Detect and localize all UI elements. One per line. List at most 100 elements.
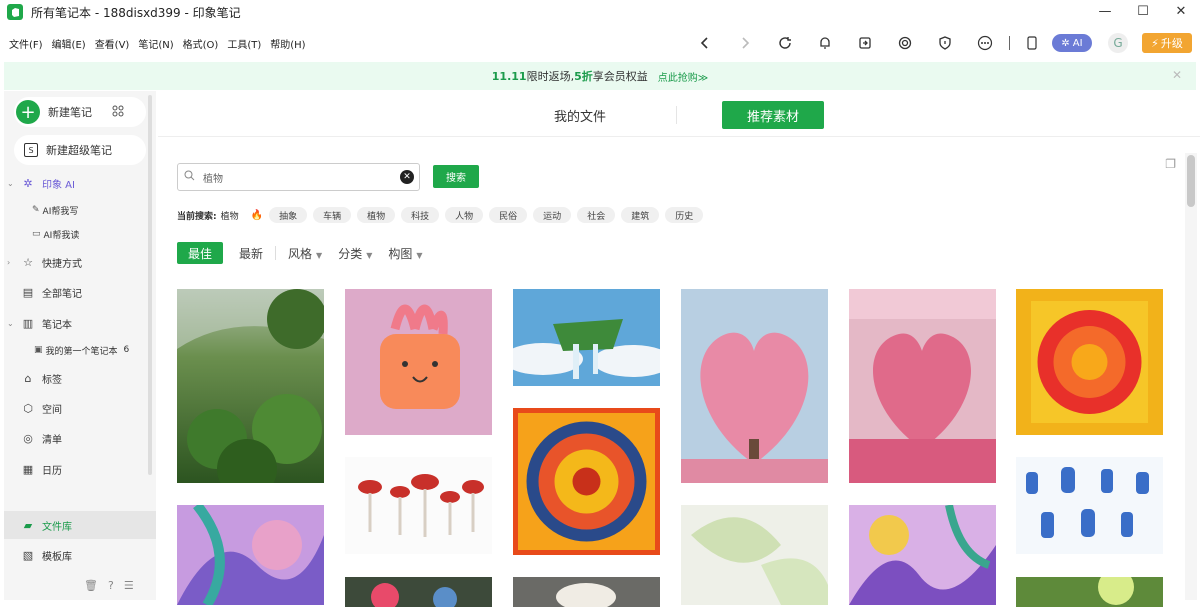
sidebar-item-tags[interactable]: ⌂ 标签 [4,366,156,390]
more-icon[interactable] [975,33,995,53]
calendar-label: 日历 [42,465,62,477]
menu-note[interactable]: 笔记(N) [138,36,173,51]
main-scrollbar[interactable] [1185,153,1197,600]
promo-link[interactable]: 点此抢购≫ [658,69,708,84]
new-super-note-button[interactable]: S 新建超级笔记 [14,135,146,165]
caret-down-icon: ▼ [316,250,323,260]
image-mushrooms[interactable] [345,457,492,554]
chip-abstract[interactable]: 抽象 [269,207,308,223]
ai-read-label: AI帮我读 [43,230,80,241]
ai-write-label: AI帮我写 [42,206,79,217]
title-bar: 所有笔记本 - 188disxd399 - 印象笔记 — ☐ ✕ [0,0,1200,24]
promo-close-icon[interactable]: ✕ [1172,68,1182,82]
image-leaves[interactable] [681,505,828,605]
current-search: 当前搜索: 植物 🔥 抽象 车辆 植物 科技 人物 民俗 运动 社会 建筑 历史 [177,207,704,223]
chip-tech[interactable]: 科技 [401,207,440,223]
new-super-label: 新建超级笔记 [46,144,112,157]
tab-my-files[interactable]: 我的文件 [554,106,606,125]
tab-bar: 我的文件 推荐素材 [158,91,1200,137]
sidebar-item-notebooks[interactable]: ⌄ ▥ 笔记本 [4,311,156,335]
chip-society[interactable]: 社会 [577,207,616,223]
chip-sports[interactable]: 运动 [533,207,572,223]
filter-best[interactable]: 最佳 [177,242,223,264]
promo-benefit: 享会员权益 [592,70,648,83]
search-button[interactable]: 搜索 [433,165,479,188]
evernote-logo-icon [7,4,23,20]
chip-history[interactable]: 历史 [665,207,704,223]
bell-icon[interactable] [815,33,835,53]
sidebar-scrollbar[interactable] [148,95,152,475]
notebook-small-icon: ▣ [34,345,43,355]
menu-help[interactable]: 帮助(H) [270,36,305,51]
filter-style-label: 风格 [288,246,313,261]
sidebar-item-spaces[interactable]: ⬡ 空间 [4,396,156,420]
chip-folk[interactable]: 民俗 [489,207,528,223]
sidebar-item-calendar[interactable]: ▦ 日历 [4,457,156,481]
ai-button[interactable]: ✲ AI [1052,34,1092,52]
minimize-button[interactable]: — [1086,0,1124,22]
sidebar-item-templates[interactable]: ▧ 模板库 [4,543,156,567]
menu-format[interactable]: 格式(O) [183,36,219,51]
record-icon[interactable] [895,33,915,53]
filter-composition[interactable]: 构图 ▼ [388,245,422,262]
shield-icon[interactable] [935,33,955,53]
super-note-icon: S [24,143,38,157]
sidebar-item-ai-write[interactable]: ✎ AI帮我写 [32,200,78,220]
image-mandala[interactable] [513,408,660,555]
menu-edit[interactable]: 编辑(E) [52,36,86,51]
image-floating-island[interactable] [513,289,660,386]
sidebar-item-ai[interactable]: ⌄ ✲ 印象 AI [4,171,156,195]
promo-banner: 11.11 限时返场, 5折 享会员权益 点此抢购≫ ✕ [4,62,1196,90]
menu-view[interactable]: 查看(V) [95,36,130,51]
grid-icon[interactable] [112,105,124,120]
image-blue-cactus[interactable] [1016,457,1163,554]
new-note-button[interactable]: + 新建笔记 [14,97,146,127]
notebooks-label: 笔记本 [42,319,72,331]
image-heart-tree[interactable] [681,289,828,483]
menu-file[interactable]: 文件(F) [9,36,43,51]
templates-label: 模板库 [42,551,72,563]
menu-tools[interactable]: 工具(T) [227,36,261,51]
avatar[interactable]: G [1108,33,1128,53]
settings-list-icon[interactable]: ☰ [124,579,134,592]
image-cute-pot[interactable] [345,289,492,435]
chip-people[interactable]: 人物 [445,207,484,223]
image-paper-flower[interactable] [1016,289,1163,435]
filter-newest[interactable]: 最新 [239,245,263,262]
sidebar-item-first-notebook[interactable]: ▣ 我的第一个笔记本 6 [34,340,129,360]
filter-style[interactable]: 风格 ▼ [288,245,322,262]
close-button[interactable]: ✕ [1162,0,1200,22]
back-icon[interactable] [695,33,715,53]
sidebar-item-checklist[interactable]: ◎ 清单 [4,426,156,450]
forward-icon[interactable] [735,33,755,53]
image-tea-field[interactable] [177,289,324,483]
chip-architecture[interactable]: 建筑 [621,207,660,223]
trash-icon[interactable]: 🗑 [84,579,98,592]
tab-recommended[interactable]: 推荐素材 [722,101,824,129]
maximize-button[interactable]: ☐ [1124,0,1162,22]
search-value: 植物 [203,173,223,185]
chip-vehicle[interactable]: 车辆 [313,207,352,223]
search-input[interactable]: 植物 ✕ [177,163,420,191]
sidebar-item-all-notes[interactable]: ▤ 全部笔记 [4,280,156,304]
collapse-icon[interactable]: ❐ [1165,157,1176,171]
sidebar-item-shortcuts[interactable]: › ☆ 快捷方式 [4,250,156,274]
main-scrollbar-thumb[interactable] [1187,155,1195,207]
image-green-light[interactable] [1016,577,1163,607]
sync-icon[interactable] [775,33,795,53]
image-flowers-dark[interactable] [345,577,492,607]
sidebar-item-library[interactable]: ▰ 文件库 [4,511,156,539]
image-iris-art[interactable] [177,505,324,605]
image-white-flower[interactable] [513,577,660,607]
chip-plant[interactable]: 植物 [357,207,396,223]
tab-divider [676,106,677,124]
mobile-icon[interactable] [1022,33,1042,53]
image-iris-bloom[interactable] [849,505,996,605]
sidebar-item-ai-read[interactable]: ▭ AI帮我读 [32,224,79,244]
image-heart-flowers[interactable] [849,289,996,483]
upgrade-button[interactable]: ⚡ 升级 [1142,33,1192,53]
help-icon[interactable]: ? [108,579,114,592]
import-icon[interactable] [855,33,875,53]
filter-category[interactable]: 分类 ▼ [338,245,372,262]
clear-icon[interactable]: ✕ [400,170,414,184]
